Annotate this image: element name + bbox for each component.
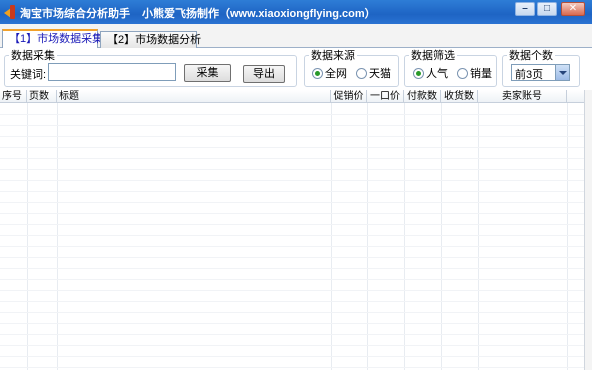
tab-market-collect[interactable]: 【1】市场数据采集 (2, 29, 103, 49)
grid-row-line (0, 125, 584, 126)
keyword-input[interactable] (48, 63, 176, 81)
grid-line (331, 103, 332, 370)
source-radio-tmall[interactable]: 天猫 (356, 65, 391, 81)
export-button[interactable]: 导出 (243, 65, 285, 83)
grid-row-line (0, 279, 584, 280)
column-header-received[interactable]: 收货数 (441, 90, 478, 103)
tab-market-analysis[interactable]: 【2】市场数据分析 (100, 31, 201, 48)
radio-selected-icon (312, 68, 323, 79)
grid-row-line (0, 356, 584, 357)
close-icon: ✕ (568, 3, 578, 14)
window-title: 淘宝市场综合分析助手 (20, 8, 130, 20)
radio-selected-icon (413, 68, 424, 79)
grid-row-line (0, 301, 584, 302)
grid-line (367, 103, 368, 370)
grid-row-line (0, 158, 584, 159)
filter-radio-sales-label: 销量 (470, 68, 492, 80)
grid-row-line (0, 169, 584, 170)
source-radio-all-label: 全网 (325, 68, 347, 80)
grid-row-line (0, 290, 584, 291)
filter-radio-popularity-label: 人气 (426, 68, 448, 80)
grid-row-line (0, 213, 584, 214)
grid-row-line (0, 334, 584, 335)
count-group-legend: 数据个数 (509, 50, 553, 62)
grid-row-line (0, 257, 584, 258)
keyword-label: 关键词: (10, 69, 47, 81)
vertical-scrollbar[interactable] (584, 90, 592, 370)
grid-row-line (0, 224, 584, 225)
filter-radio-popularity[interactable]: 人气 (413, 65, 448, 81)
grid-row-line (0, 235, 584, 236)
source-group-legend: 数据来源 (311, 50, 355, 62)
grid-line (404, 103, 405, 370)
filter-group-legend: 数据筛选 (411, 50, 455, 62)
grid-row-line (0, 180, 584, 181)
minimize-icon: – (522, 3, 528, 14)
radio-unselected-icon (356, 68, 367, 79)
grid-row-line (0, 191, 584, 192)
radio-unselected-icon (457, 68, 468, 79)
column-header-payments[interactable]: 付款数 (404, 90, 441, 103)
chevron-down-icon[interactable] (555, 65, 569, 80)
maximize-icon: □ (543, 3, 551, 14)
grid-row-line (0, 312, 584, 313)
grid-line (567, 103, 568, 370)
grid-row-line (0, 147, 584, 148)
collect-group-legend: 数据采集 (11, 50, 55, 62)
app-icon (4, 5, 16, 19)
column-header-index[interactable]: 序号 (0, 90, 27, 103)
title-bar: 淘宝市场综合分析助手 小熊爱飞扬制作（www.xiaoxiongflying.c… (0, 0, 592, 24)
source-radio-all[interactable]: 全网 (312, 65, 347, 81)
grid-row-line (0, 367, 584, 368)
column-header-fixed-price[interactable]: 一口价 (367, 90, 404, 103)
grid-line (478, 103, 479, 370)
grid-line (57, 103, 58, 370)
grid-row-line (0, 136, 584, 137)
column-header-promo-price[interactable]: 促销价 (331, 90, 367, 103)
close-button[interactable]: ✕ (561, 2, 585, 16)
column-header-page[interactable]: 页数 (27, 90, 57, 103)
page-count-select[interactable]: 前3页 (511, 64, 570, 81)
grid-line (27, 103, 28, 370)
grid-row-line (0, 114, 584, 115)
collect-button[interactable]: 采集 (184, 64, 231, 82)
grid-row-line (0, 323, 584, 324)
maximize-button[interactable]: □ (537, 2, 557, 16)
table-header: 序号 页数 标题 促销价 一口价 付款数 收货数 卖家账号 (0, 90, 584, 103)
column-header-seller[interactable]: 卖家账号 (478, 90, 567, 103)
grid-line (441, 103, 442, 370)
minimize-button[interactable]: – (515, 2, 535, 16)
grid-row-line (0, 202, 584, 203)
filter-radio-sales[interactable]: 销量 (457, 65, 492, 81)
results-table[interactable]: 序号 页数 标题 促销价 一口价 付款数 收货数 卖家账号 (0, 90, 592, 370)
grid-row-line (0, 246, 584, 247)
source-radio-tmall-label: 天猫 (369, 68, 391, 80)
column-header-title[interactable]: 标题 (57, 90, 331, 103)
grid-row-line (0, 268, 584, 269)
tab-strip: 【1】市场数据采集 【2】市场数据分析 (0, 24, 592, 49)
page-count-value: 前3页 (515, 69, 544, 81)
window-subtitle: 小熊爱飞扬制作（www.xiaoxiongflying.com） (142, 8, 376, 20)
grid-row-line (0, 345, 584, 346)
